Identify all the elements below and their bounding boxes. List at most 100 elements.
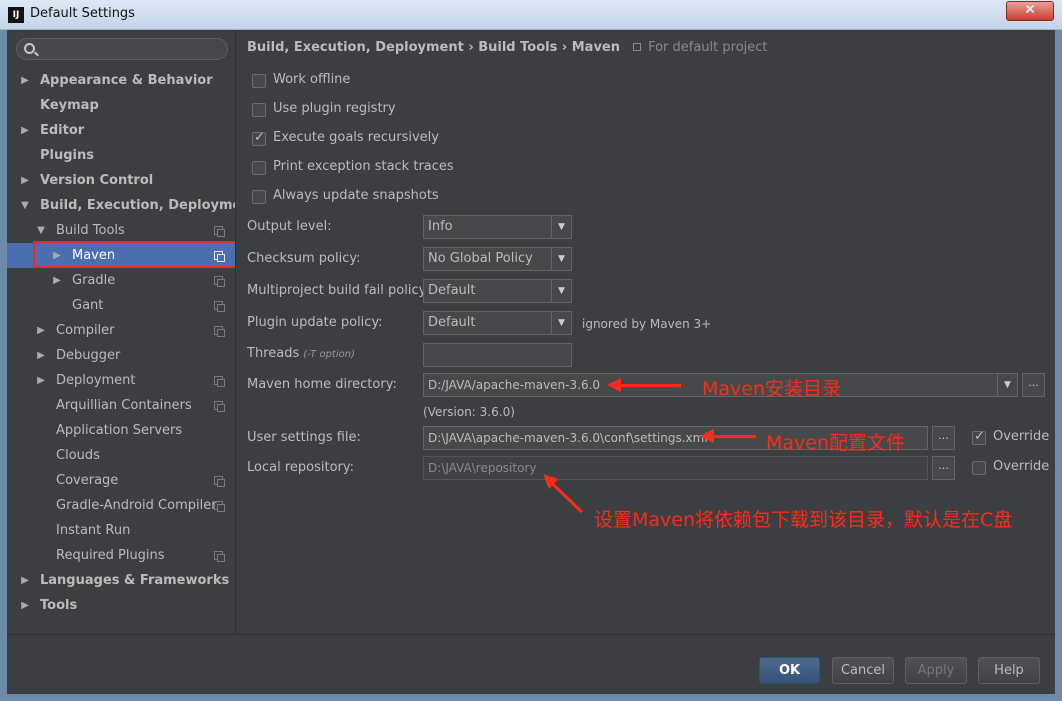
- chevron-right-icon[interactable]: ▶: [51, 268, 63, 293]
- settings-sidebar: ▶ Appearance & Behavior Keymap ▶ Editor Plugi…: [7, 30, 257, 634]
- sidebar-item[interactable]: ▶ Compiler: [7, 318, 235, 343]
- chevron-right-icon[interactable]: ▶: [35, 343, 47, 368]
- sidebar-item[interactable]: Clouds: [7, 443, 235, 468]
- breadcrumb-scope: For default project: [648, 40, 768, 55]
- checksum-policy-select[interactable]: No Global Policy ▼: [423, 247, 572, 271]
- chevron-down-icon: ▼: [997, 374, 1017, 396]
- sidebar-item[interactable]: ▶ Languages & Frameworks: [7, 568, 235, 593]
- sidebar-item[interactable]: Gant: [7, 293, 235, 318]
- copy-icon: [214, 551, 225, 562]
- sidebar-item-label: Keymap: [40, 98, 99, 113]
- sidebar-item[interactable]: Required Plugins: [7, 543, 235, 568]
- chevron-down-icon: ▼: [551, 280, 571, 302]
- chevron-right-icon[interactable]: ▶: [19, 168, 31, 193]
- copy-icon: [214, 501, 225, 512]
- print-exception-checkbox[interactable]: [252, 161, 266, 175]
- local-repo-override-checkbox[interactable]: [972, 461, 986, 475]
- sidebar-item[interactable]: ▶ Gradle: [7, 268, 235, 293]
- maven-version-text: (Version: 3.6.0): [423, 405, 515, 419]
- maven-home-browse-button[interactable]: ...: [1022, 373, 1045, 397]
- sidebar-item-label: Editor: [40, 123, 85, 138]
- sidebar-item-label: Gradle-Android Compiler: [56, 498, 217, 513]
- user-settings-override-checkbox[interactable]: [972, 429, 986, 445]
- help-button[interactable]: Help: [978, 657, 1040, 684]
- title-bar: IJ Default Settings ✕: [0, 0, 1062, 30]
- local-repo-override-label: Override: [993, 459, 1050, 474]
- sidebar-item[interactable]: ▶ Editor: [7, 118, 235, 143]
- execute-goals-checkbox[interactable]: [252, 130, 266, 146]
- sidebar-item[interactable]: ▼ Build, Execution, Deployment: [7, 193, 257, 218]
- sidebar-item[interactable]: ▶ Tools: [7, 593, 235, 618]
- close-button[interactable]: ✕: [1006, 1, 1054, 21]
- apply-button[interactable]: Apply: [905, 657, 967, 684]
- fail-policy-value: Default: [428, 283, 476, 298]
- checksum-policy-value: No Global Policy: [428, 251, 533, 266]
- sidebar-item[interactable]: Plugins: [7, 143, 235, 168]
- chevron-down-icon[interactable]: ▼: [35, 218, 47, 243]
- chevron-right-icon[interactable]: ▶: [19, 118, 31, 143]
- sidebar-item[interactable]: Keymap: [7, 93, 235, 118]
- sidebar-item[interactable]: ▼ Build Tools: [7, 218, 235, 243]
- threads-label-text: Threads: [247, 346, 300, 361]
- user-settings-browse-button[interactable]: ...: [932, 426, 955, 450]
- fail-policy-label: Multiproject build fail policy:: [247, 283, 430, 298]
- sidebar-item-label: Clouds: [56, 448, 100, 463]
- sidebar-item[interactable]: Gradle-Android Compiler: [7, 493, 235, 518]
- chevron-right-icon[interactable]: ▶: [19, 593, 31, 618]
- sidebar-item[interactable]: ▶ Debugger: [7, 343, 235, 368]
- use-plugin-registry-label: Use plugin registry: [273, 101, 396, 116]
- repo-annotation: 设置Maven将依赖包下载到该目录，默认是在C盘: [594, 509, 1013, 531]
- output-level-select[interactable]: Info ▼: [423, 215, 572, 239]
- maven-settings-panel: Build, Execution, Deployment › Build Too…: [235, 30, 1055, 634]
- work-offline-checkbox[interactable]: [252, 74, 266, 88]
- update-snapshots-label: Always update snapshots: [273, 188, 439, 203]
- chevron-right-icon[interactable]: ▶: [19, 568, 31, 593]
- copy-icon: [214, 301, 225, 312]
- sidebar-item-label: Application Servers: [56, 423, 183, 438]
- annotation-arrow: [607, 378, 681, 392]
- fail-policy-select[interactable]: Default ▼: [423, 279, 572, 303]
- sidebar-item[interactable]: Arquillian Containers: [7, 393, 235, 418]
- search-input[interactable]: [16, 38, 228, 60]
- sidebar-item-label: Gradle: [72, 273, 116, 288]
- window-title: Default Settings: [30, 6, 135, 21]
- sidebar-item-label: Tools: [40, 598, 78, 613]
- user-settings-label: User settings file:: [247, 430, 361, 445]
- sidebar-item[interactable]: ▶ Appearance & Behavior: [7, 68, 235, 93]
- copy-icon: [214, 376, 225, 387]
- maven-home-label: Maven home directory:: [247, 377, 397, 392]
- sidebar-item-label: Coverage: [56, 473, 119, 488]
- user-settings-override-label: Override: [993, 429, 1050, 444]
- settings-annotation: Maven配置文件: [766, 432, 906, 454]
- sidebar-item[interactable]: Application Servers: [7, 418, 235, 443]
- copy-icon: [214, 276, 225, 287]
- print-exception-label: Print exception stack traces: [273, 159, 454, 174]
- plugin-update-policy-select[interactable]: Default ▼: [423, 311, 572, 335]
- copy-icon: [632, 43, 641, 51]
- sidebar-item-label: Debugger: [56, 348, 121, 363]
- chevron-right-icon[interactable]: ▶: [35, 318, 47, 343]
- sidebar-item[interactable]: ▶ Deployment: [7, 368, 235, 393]
- local-repo-browse-button[interactable]: ...: [932, 456, 955, 480]
- update-snapshots-checkbox[interactable]: [252, 190, 266, 204]
- output-level-label: Output level:: [247, 219, 332, 234]
- chevron-right-icon[interactable]: ▶: [35, 368, 47, 393]
- chevron-down-icon[interactable]: ▼: [19, 193, 31, 218]
- sidebar-item-label: Gant: [72, 298, 104, 313]
- cancel-button[interactable]: Cancel: [832, 657, 894, 684]
- plugin-update-policy-label: Plugin update policy:: [247, 315, 383, 330]
- sidebar-item[interactable]: ▶ Version Control: [7, 168, 235, 193]
- ok-button[interactable]: OK: [759, 657, 820, 684]
- maven-home-annotation: Maven安装目录: [702, 378, 842, 400]
- use-plugin-registry-checkbox[interactable]: [252, 103, 266, 117]
- chevron-down-icon: ▼: [551, 248, 571, 270]
- sidebar-item[interactable]: Instant Run: [7, 518, 235, 543]
- sidebar-item[interactable]: Coverage: [7, 468, 235, 493]
- sidebar-item-label: Build Tools: [56, 223, 125, 238]
- chevron-right-icon[interactable]: ▶: [19, 68, 31, 93]
- dialog-footer: OK Cancel Apply Help: [7, 634, 1055, 694]
- execute-goals-label: Execute goals recursively: [273, 130, 439, 145]
- work-offline-label: Work offline: [273, 72, 351, 87]
- local-repo-input[interactable]: D:\JAVA\repository: [423, 456, 928, 480]
- threads-input[interactable]: [423, 343, 572, 367]
